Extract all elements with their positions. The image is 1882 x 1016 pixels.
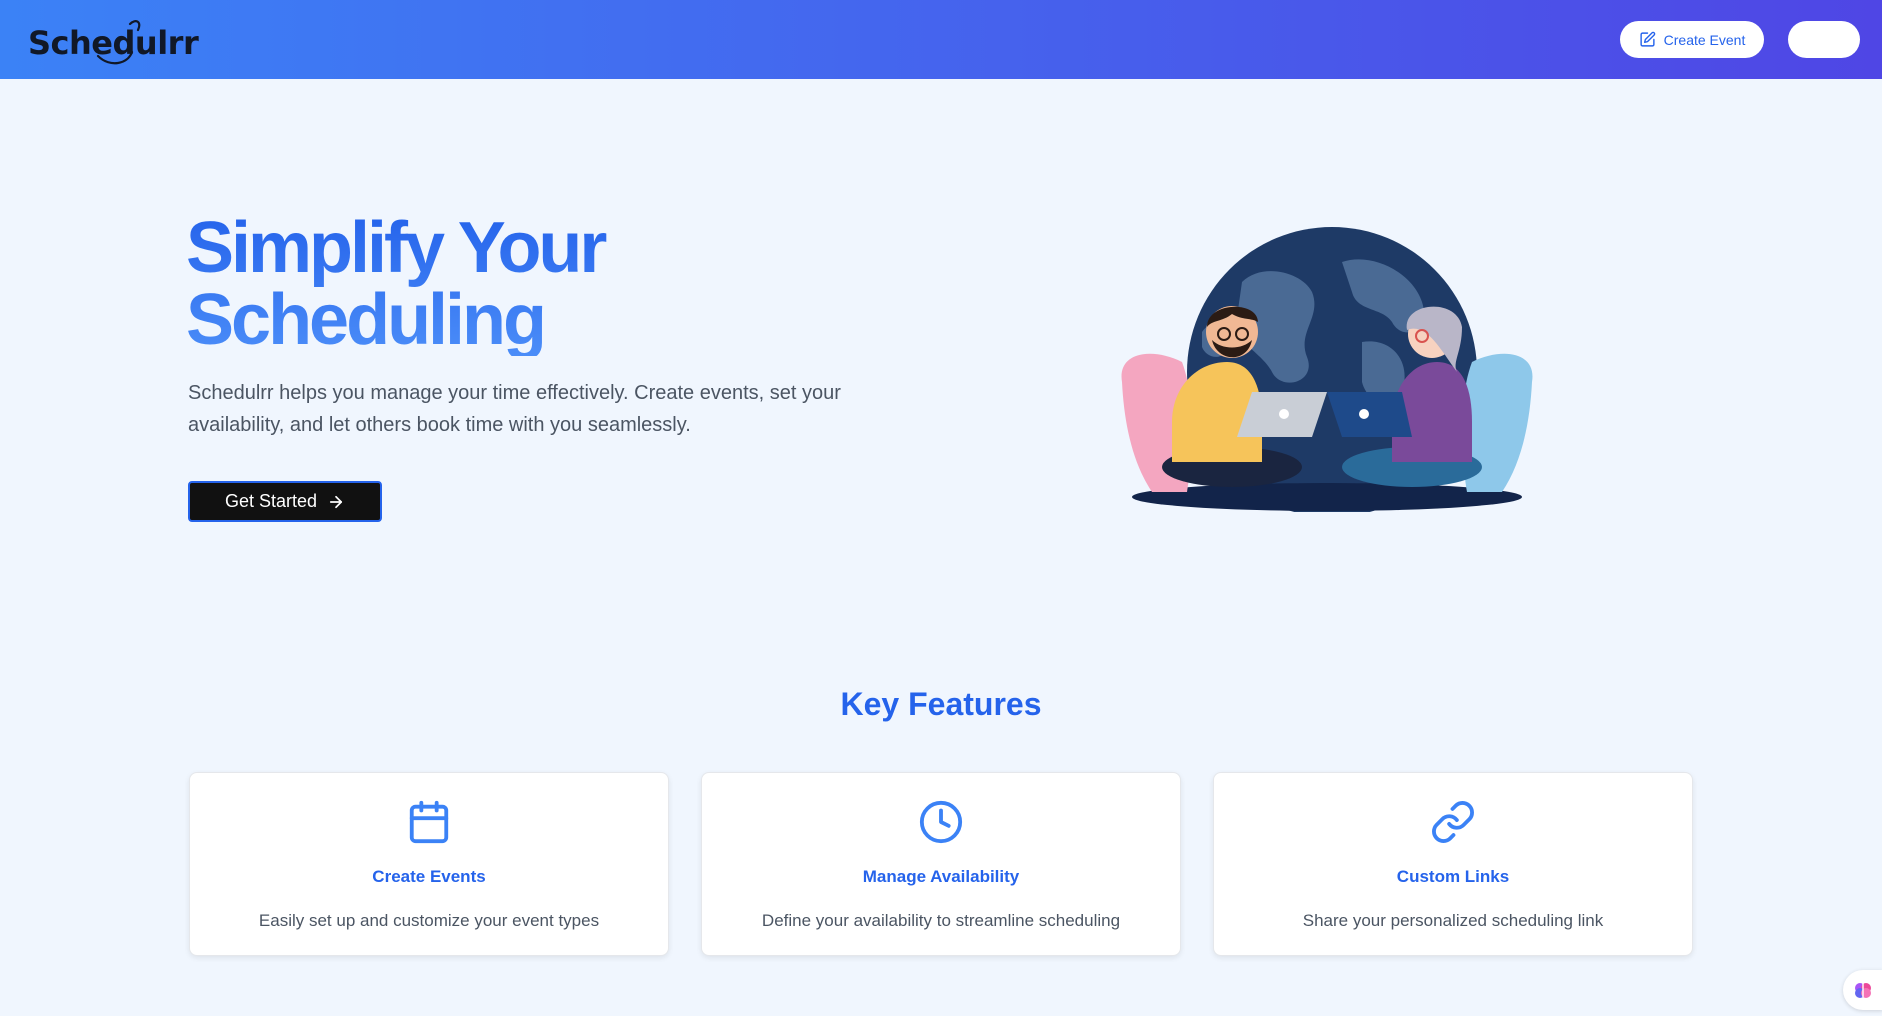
feature-card-custom-links: Custom Links Share your personalized sch…: [1213, 772, 1693, 956]
get-started-button[interactable]: Get Started: [188, 481, 382, 522]
calendar-icon: [409, 800, 449, 844]
pen-square-icon: [1640, 31, 1655, 47]
feature-title: Create Events: [372, 867, 486, 886]
get-started-label: Get Started: [224, 491, 318, 511]
hero-title-line1: Simplify Your: [186, 208, 605, 288]
hero-description: Schedulrr helps you manage your time eff…: [188, 382, 841, 436]
feature-description: Define your availability to streamline s…: [761, 911, 1121, 930]
top-navbar: Schedulrr Create Event: [0, 0, 1882, 79]
feature-title: Manage Availability: [862, 867, 1020, 886]
hero-title: Simplify Your Scheduling: [186, 212, 786, 356]
app-logo[interactable]: Schedulrr: [28, 12, 199, 70]
feature-title: Custom Links: [1396, 867, 1510, 886]
feature-card-create-events: Create Events Easily set up and customiz…: [189, 772, 669, 956]
link-icon: [1432, 801, 1474, 843]
floating-assistant-button[interactable]: [1843, 970, 1882, 1010]
hero-title-line2: Scheduling: [186, 280, 545, 360]
features-title: Key Features: [840, 686, 1042, 722]
hero-illustration: [1121, 227, 1533, 512]
user-menu-button[interactable]: [1788, 21, 1860, 58]
feature-description: Share your personalized scheduling link: [1302, 911, 1604, 930]
clock-icon: [919, 800, 963, 844]
feature-card-manage-availability: Manage Availability Define your availabi…: [701, 772, 1181, 956]
brain-icon: [1855, 983, 1871, 998]
create-event-button[interactable]: Create Event: [1620, 21, 1764, 58]
logo-swoosh-icon: [96, 20, 141, 65]
create-event-label: Create Event: [1663, 31, 1746, 48]
feature-description: Easily set up and customize your event t…: [258, 911, 600, 930]
arrow-right-icon: [329, 495, 343, 508]
